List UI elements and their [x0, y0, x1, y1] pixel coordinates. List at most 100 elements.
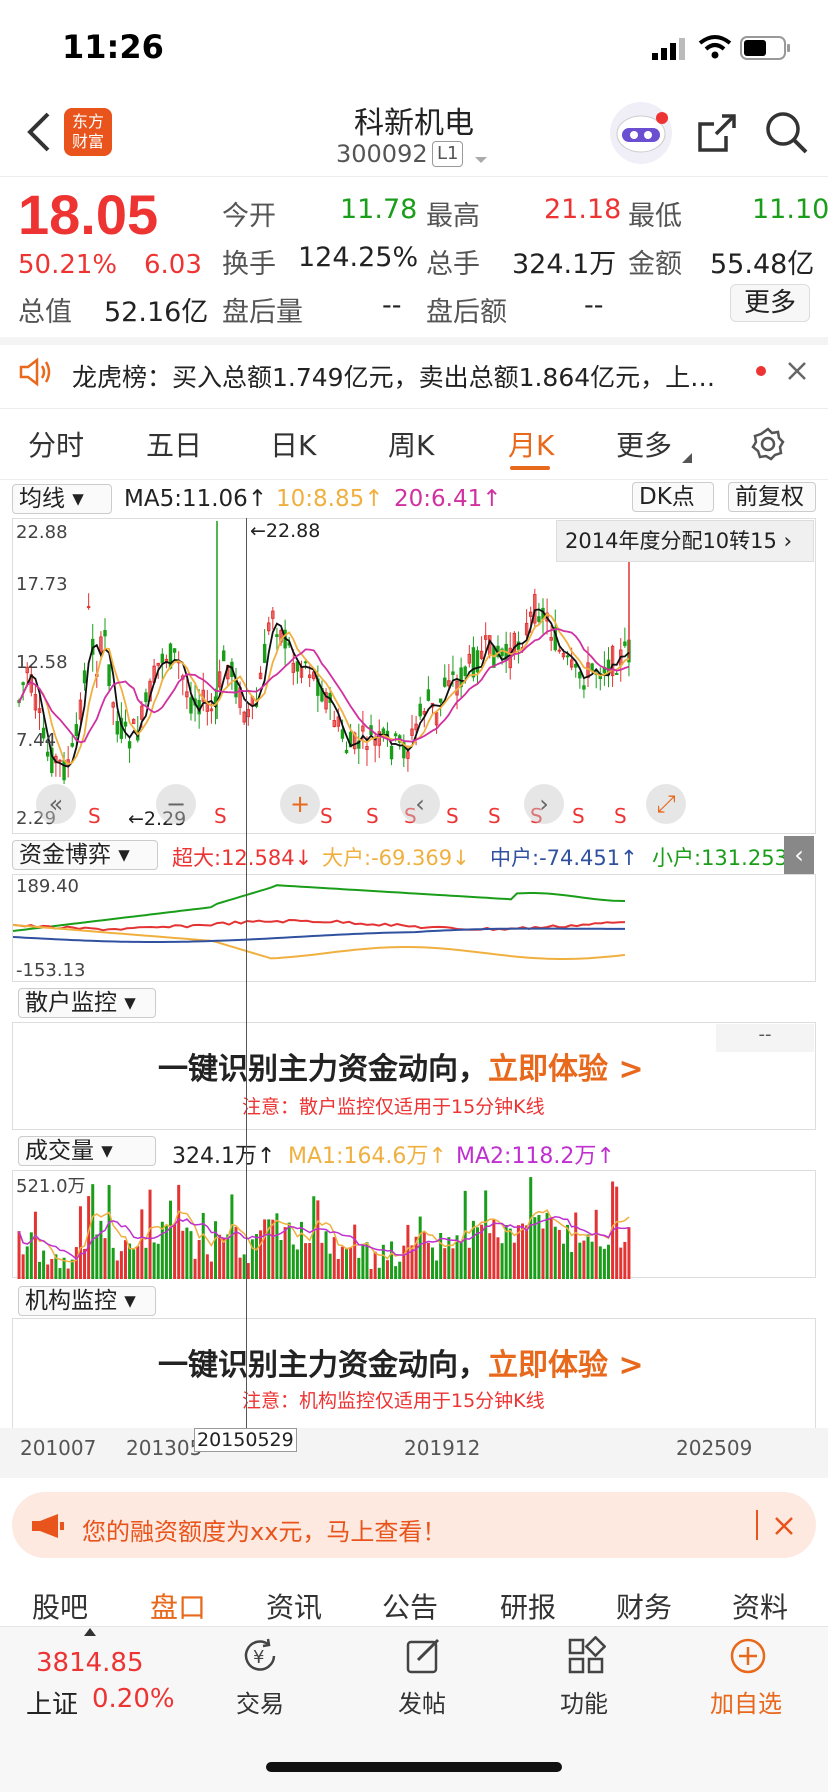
- open-label: 今开: [222, 201, 276, 232]
- tab-five-day[interactable]: 五日: [146, 424, 202, 464]
- tab-monthly-k[interactable]: 月K: [508, 424, 554, 464]
- trade-label[interactable]: 交易: [236, 1684, 284, 1719]
- dropdown-caret-icon[interactable]: [474, 150, 488, 163]
- candle-body: [275, 634, 279, 638]
- volume-bar: [340, 1246, 344, 1279]
- volume-bar: [557, 1229, 561, 1279]
- volume-bar: [320, 1242, 324, 1279]
- volume-bar: [451, 1248, 455, 1279]
- subtab-guba[interactable]: 股吧: [32, 1586, 88, 1626]
- subtab-profile[interactable]: 资料: [732, 1586, 788, 1626]
- ma-indicator-select[interactable]: 均线 ▾: [12, 484, 112, 514]
- index-name: 上证: [26, 1690, 79, 1720]
- tab-weekly-k[interactable]: 周K: [388, 424, 434, 464]
- volume-bar: [484, 1190, 488, 1279]
- add-watchlist-icon[interactable]: [728, 1636, 768, 1676]
- cap-label: 总值: [18, 297, 72, 328]
- s-marker: S: [446, 804, 459, 828]
- dividend-event-tag[interactable]: 2014年度分配10转15 ›: [556, 520, 814, 562]
- next-icon[interactable]: ›: [524, 784, 564, 824]
- share-icon[interactable]: [696, 112, 738, 154]
- volume-bar: [627, 1227, 631, 1279]
- capital-indicator-select[interactable]: 资金博弈 ▾: [12, 840, 158, 870]
- volume-bar: [283, 1227, 287, 1279]
- settings-gear-icon[interactable]: [750, 426, 786, 462]
- volume-bar: [398, 1261, 402, 1279]
- volume-bar: [525, 1225, 529, 1279]
- search-icon[interactable]: [764, 110, 810, 156]
- function-grid-icon[interactable]: [566, 1635, 607, 1676]
- index-value[interactable]: 3814.85: [36, 1648, 144, 1678]
- candle-body: [303, 661, 308, 664]
- volume-bar: [521, 1223, 525, 1279]
- function-label[interactable]: 功能: [560, 1684, 608, 1719]
- subtab-pankou[interactable]: 盘口: [150, 1586, 206, 1626]
- collapse-icon[interactable]: ‹: [784, 836, 814, 874]
- zoom-out-icon[interactable]: −: [156, 784, 196, 824]
- candle-body: [537, 616, 541, 622]
- volume-bar: [299, 1221, 303, 1279]
- speaker-icon: [18, 356, 54, 388]
- retail-promo-note: 注意：散户监控仅适用于15分钟K线: [242, 1096, 545, 1118]
- dk-point-select[interactable]: DK点: [632, 482, 714, 512]
- volume-bar: [537, 1215, 541, 1279]
- inst-promo-title[interactable]: 一键识别主力资金动向，立即体验 >: [158, 1340, 644, 1384]
- volume-bar: [189, 1231, 193, 1279]
- volume-bar: [238, 1257, 242, 1279]
- volume-bar: [205, 1254, 209, 1279]
- candle-body: [168, 643, 173, 669]
- afterhours-amt-value: --: [584, 290, 604, 321]
- volume-bar: [553, 1226, 557, 1279]
- signal-icon: [652, 38, 686, 60]
- expand-caret-icon[interactable]: [84, 1628, 96, 1636]
- tab-daily-k[interactable]: 日K: [270, 424, 316, 464]
- inst-promo-note: 注意：机构监控仅适用于15分钟K线: [242, 1390, 545, 1412]
- banner-close-icon[interactable]: [774, 1516, 794, 1536]
- candle-body: [582, 685, 586, 690]
- inst-indicator-select[interactable]: 机构监控 ▾: [18, 1286, 156, 1316]
- volume-bar: [169, 1200, 172, 1279]
- trade-icon[interactable]: ¥: [240, 1636, 280, 1676]
- retail-promo-title[interactable]: 一键识别主力资金动向，立即体验 >: [158, 1044, 644, 1088]
- volume-bar: [66, 1268, 70, 1279]
- volume-chart[interactable]: [12, 1170, 816, 1279]
- megaphone-icon: [30, 1512, 66, 1540]
- capital-chart[interactable]: [12, 874, 816, 982]
- prev-icon[interactable]: ‹: [400, 784, 440, 824]
- tab-more[interactable]: 更多: [616, 424, 672, 464]
- level-badge[interactable]: L1: [432, 141, 464, 167]
- adjust-select[interactable]: 前复权: [728, 482, 816, 512]
- status-time: 11:26: [62, 28, 164, 66]
- volume-bar: [222, 1238, 226, 1279]
- candle-body: [623, 641, 627, 646]
- robot-avatar-icon[interactable]: [610, 102, 672, 164]
- close-icon[interactable]: [786, 360, 808, 382]
- volume-bar: [594, 1209, 598, 1279]
- fullscreen-icon[interactable]: ⤢: [646, 784, 686, 824]
- volume-bar: [619, 1247, 623, 1279]
- tab-intraday[interactable]: 分时: [28, 424, 84, 464]
- turnover-label: 换手: [222, 249, 276, 280]
- volume-bar: [328, 1253, 332, 1279]
- post-icon[interactable]: [404, 1636, 444, 1676]
- subtab-research[interactable]: 研报: [500, 1586, 556, 1626]
- add-watchlist-label[interactable]: 加自选: [710, 1684, 782, 1719]
- volume-bar: [25, 1246, 29, 1279]
- subtab-news[interactable]: 资讯: [266, 1586, 322, 1626]
- zoom-in-icon[interactable]: +: [280, 784, 320, 824]
- volume-indicator-select[interactable]: 成交量 ▾: [18, 1136, 156, 1166]
- more-quote-button[interactable]: 更多: [730, 284, 810, 322]
- volume-bar: [38, 1261, 42, 1279]
- subtab-finance[interactable]: 财务: [616, 1586, 672, 1626]
- active-tab-indicator: [510, 466, 550, 470]
- volume-bar: [574, 1212, 578, 1279]
- volume-bar: [312, 1196, 316, 1279]
- svg-text:¥: ¥: [253, 1647, 264, 1668]
- rewind-icon[interactable]: «: [36, 784, 76, 824]
- subtab-announcements[interactable]: 公告: [382, 1586, 438, 1626]
- retail-indicator-select[interactable]: 散户监控 ▾: [18, 988, 156, 1018]
- post-label[interactable]: 发帖: [398, 1684, 446, 1719]
- low-label: 最低: [628, 201, 682, 232]
- volume-bar: [361, 1244, 365, 1279]
- volume-value: 324.1万: [512, 249, 617, 280]
